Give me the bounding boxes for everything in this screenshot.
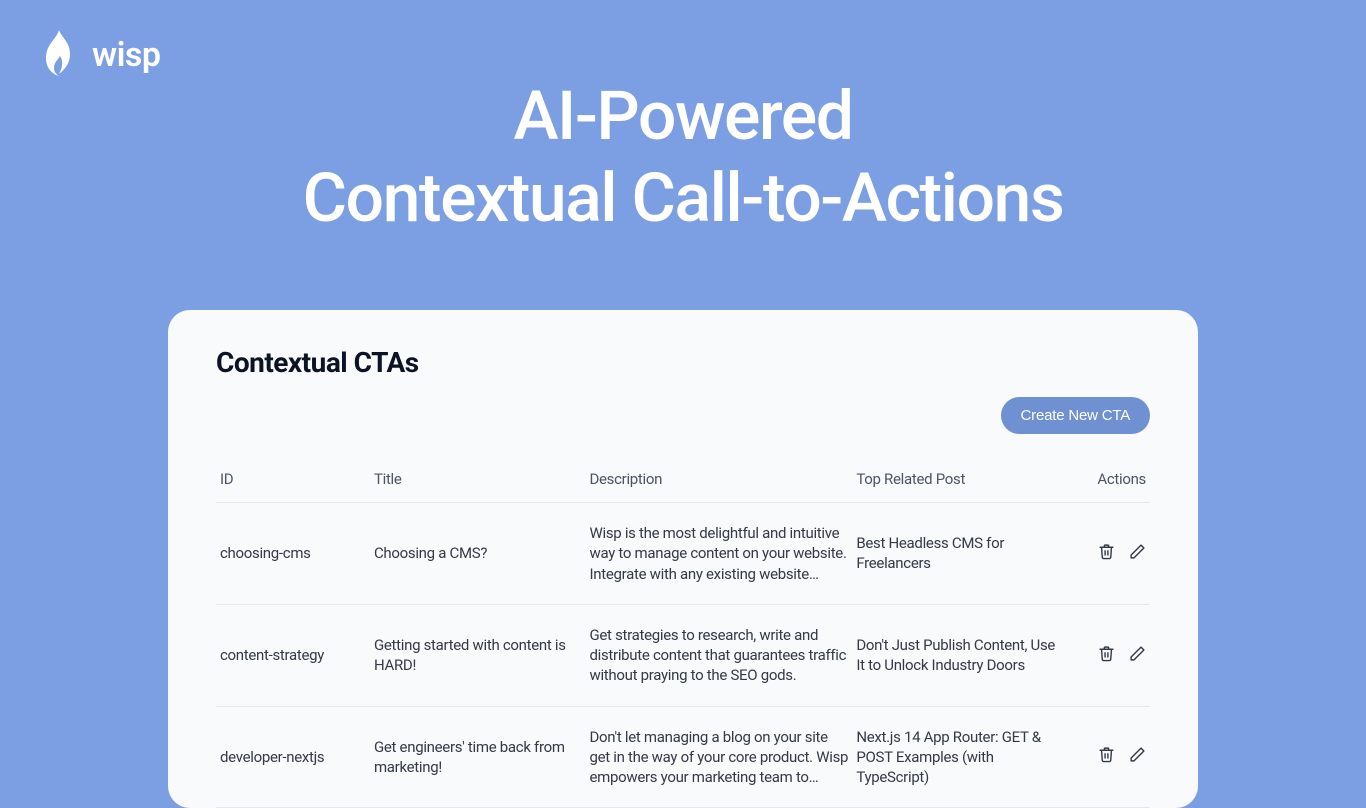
delete-button[interactable]: [1098, 645, 1115, 662]
cell-actions: [1068, 503, 1150, 605]
pencil-icon: [1129, 746, 1146, 763]
card-title: Contextual CTAs: [216, 346, 1150, 379]
delete-button[interactable]: [1098, 746, 1115, 763]
brand-name: wisp: [92, 35, 161, 75]
edit-button[interactable]: [1129, 746, 1146, 763]
cell-title: Get engineers' time back from marketing!: [370, 706, 586, 808]
table-row: content-strategy Getting started with co…: [216, 604, 1150, 706]
table-row: choosing-cms Choosing a CMS? Wisp is the…: [216, 503, 1150, 605]
col-header-title: Title: [370, 462, 586, 503]
cell-actions: [1068, 604, 1150, 706]
cell-related: Don't Just Publish Content, Use It to Un…: [852, 604, 1068, 706]
cell-title: Getting started with content is HARD!: [370, 604, 586, 706]
cell-related: Best Headless CMS for Freelancers: [852, 503, 1068, 605]
cell-id: developer-nextjs: [216, 706, 370, 808]
col-header-related: Top Related Post: [852, 462, 1068, 503]
cta-table: ID Title Description Top Related Post Ac…: [216, 462, 1150, 808]
col-header-actions: Actions: [1068, 462, 1150, 503]
col-header-id: ID: [216, 462, 370, 503]
trash-icon: [1098, 543, 1115, 560]
brand-logo: wisp: [40, 28, 161, 82]
cta-card: Contextual CTAs Create New CTA ID Title …: [168, 310, 1198, 808]
table-row: developer-nextjs Get engineers' time bac…: [216, 706, 1150, 808]
delete-button[interactable]: [1098, 543, 1115, 560]
cell-actions: [1068, 706, 1150, 808]
cell-description: Don't let managing a blog on your site g…: [585, 706, 852, 808]
card-toolbar: Create New CTA: [216, 397, 1150, 434]
wisp-flame-icon: [40, 28, 78, 82]
cell-description: Get strategies to research, write and di…: [585, 604, 852, 706]
cell-related: Next.js 14 App Router: GET & POST Exampl…: [852, 706, 1068, 808]
cell-description: Wisp is the most delightful and intuitiv…: [585, 503, 852, 605]
cell-title: Choosing a CMS?: [370, 503, 586, 605]
trash-icon: [1098, 746, 1115, 763]
col-header-description: Description: [585, 462, 852, 503]
cell-id: choosing-cms: [216, 503, 370, 605]
edit-button[interactable]: [1129, 543, 1146, 560]
trash-icon: [1098, 645, 1115, 662]
edit-button[interactable]: [1129, 645, 1146, 662]
cell-id: content-strategy: [216, 604, 370, 706]
hero-title: AI-Powered Contextual Call-to-Actions: [0, 76, 1366, 239]
pencil-icon: [1129, 645, 1146, 662]
create-cta-button[interactable]: Create New CTA: [1001, 397, 1150, 434]
pencil-icon: [1129, 543, 1146, 560]
